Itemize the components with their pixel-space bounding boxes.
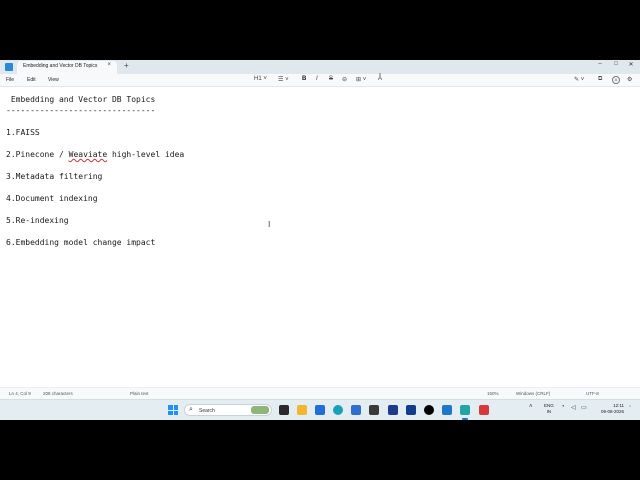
document-tab[interactable]: Embedding and Vector DB Topics × [17,61,117,74]
word-icon[interactable] [406,405,416,415]
italic-button[interactable]: I [316,76,318,82]
sparkle-icon: ✎ [574,77,580,83]
list-dropdown[interactable]: ☰ ˅ [278,76,289,83]
document-line-10: 4.Document indexing [6,194,98,203]
mouse-ibeam-cursor-icon: I [268,220,271,229]
cursor-position: Ln 4, Col 9 [9,391,31,396]
encoding[interactable]: UTF-8 [586,391,599,396]
file-explorer-icon[interactable] [297,405,307,415]
chevron-down-icon: ˅ [580,77,585,83]
microsoft-store-icon[interactable] [315,405,325,415]
windows-start-icon[interactable] [168,405,178,415]
copilot-dropdown[interactable]: ✎ ˅ [574,76,584,83]
misspelled-word: Weaviate [68,150,108,159]
notepad-app-icon [5,63,13,71]
document-line-12: 5.Re-indexing [6,216,69,225]
text-editor[interactable]: Embedding and Vector DB Topics ---------… [0,87,640,387]
taskbar: ⌕ Search ˄ ENG IN ◔ ◁ ▭ 12:11 09-08-2026… [0,399,640,420]
heading-dropdown[interactable]: H1 ˅ [254,76,267,82]
text-format[interactable]: Plain text [130,391,149,396]
status-bar: Ln 4, Col 9 208 characters Plain text 15… [0,387,640,399]
search-icon: ⌕ [189,406,193,413]
chevron-down-icon: ˅ [362,77,367,83]
language-region: IN [546,409,552,414]
chevron-down-icon: ˅ [285,77,289,83]
menu-edit[interactable]: Edit [27,77,36,83]
menu-file[interactable]: File [6,77,14,83]
heading-label: H1 [254,76,262,82]
tab-title: Embedding and Vector DB Topics [23,63,98,69]
table-dropdown[interactable]: ⊞ ˅ [356,76,366,83]
bold-button[interactable]: B [302,76,306,82]
document-line-8: 3.Metadata filtering [6,172,103,181]
wifi-icon[interactable]: ◔ [561,404,565,410]
active-app-indicator [462,418,468,420]
document-line-4: 1.FAISS [6,128,40,137]
settings-gear-icon[interactable]: ⚙ [627,76,632,83]
title-bar: Embedding and Vector DB Topics × + – □ ✕ [0,60,640,74]
speaker-icon[interactable]: ◁ [571,404,576,411]
strikethrough-button[interactable]: S [329,76,333,82]
menu-bar: File Edit View H1 ˅ ☰ ˅ B I S ⊖ ⊞ ˅ Aͦ ✎… [0,74,640,87]
character-count: 208 characters [43,391,73,396]
document-line-1: Embedding and Vector DB Topics [6,95,156,104]
edge-browser-icon[interactable] [333,405,343,415]
notepad-taskbar-icon[interactable] [460,405,470,415]
language-indicator[interactable]: ENG IN [544,403,554,415]
zoom-level[interactable]: 150% [487,391,499,396]
app-icon-blue[interactable] [351,405,361,415]
search-highlight-image [251,406,269,414]
taskbar-search[interactable]: ⌕ Search [184,404,272,416]
clear-formatting-button[interactable]: Aͦ [378,76,382,82]
close-button[interactable]: ✕ [623,61,639,68]
document-line-14: 6.Embedding model change impact [6,238,156,247]
minimize-button[interactable]: – [592,61,608,67]
task-view-icon[interactable] [279,405,289,415]
notepad-window: Embedding and Vector DB Topics × + – □ ✕… [0,60,640,420]
list-icon: ☰ [278,77,284,83]
search-label: Search [199,408,215,414]
account-icon[interactable]: A [612,76,620,84]
tray-chevron-up-icon[interactable]: ˄ [529,404,533,410]
app-icon-red[interactable] [479,405,489,415]
mail-icon[interactable] [442,405,452,415]
line-ending[interactable]: Windows (CRLF) [516,391,550,396]
clock-date: 09-08-2026 [600,409,624,414]
notification-bell-icon[interactable]: ◦ [629,404,631,410]
document-line-2: ------------------------------- [6,106,156,115]
system-clock[interactable]: 12:11 09-08-2026 [594,403,624,415]
table-icon: ⊞ [356,77,362,83]
tab-close-icon[interactable]: × [107,62,111,68]
app-icon-navy[interactable] [388,405,398,415]
line-6-start: 2.Pinecone / [6,150,69,159]
document-line-6: 2.Pinecone / Weaviate high-level idea [6,150,184,159]
app-icon-round-dark[interactable] [424,405,434,415]
menu-view[interactable]: View [48,77,59,83]
new-tab-button[interactable]: + [124,61,129,70]
maximize-button[interactable]: □ [608,61,624,67]
link-icon[interactable]: ⊖ [342,76,347,83]
app-icon-dark[interactable] [369,405,379,415]
share-icon[interactable]: ⧉ [598,76,602,83]
battery-icon[interactable]: ▭ [581,404,587,411]
chevron-down-icon: ˅ [263,76,267,82]
line-6-end: high-level idea [107,150,185,159]
